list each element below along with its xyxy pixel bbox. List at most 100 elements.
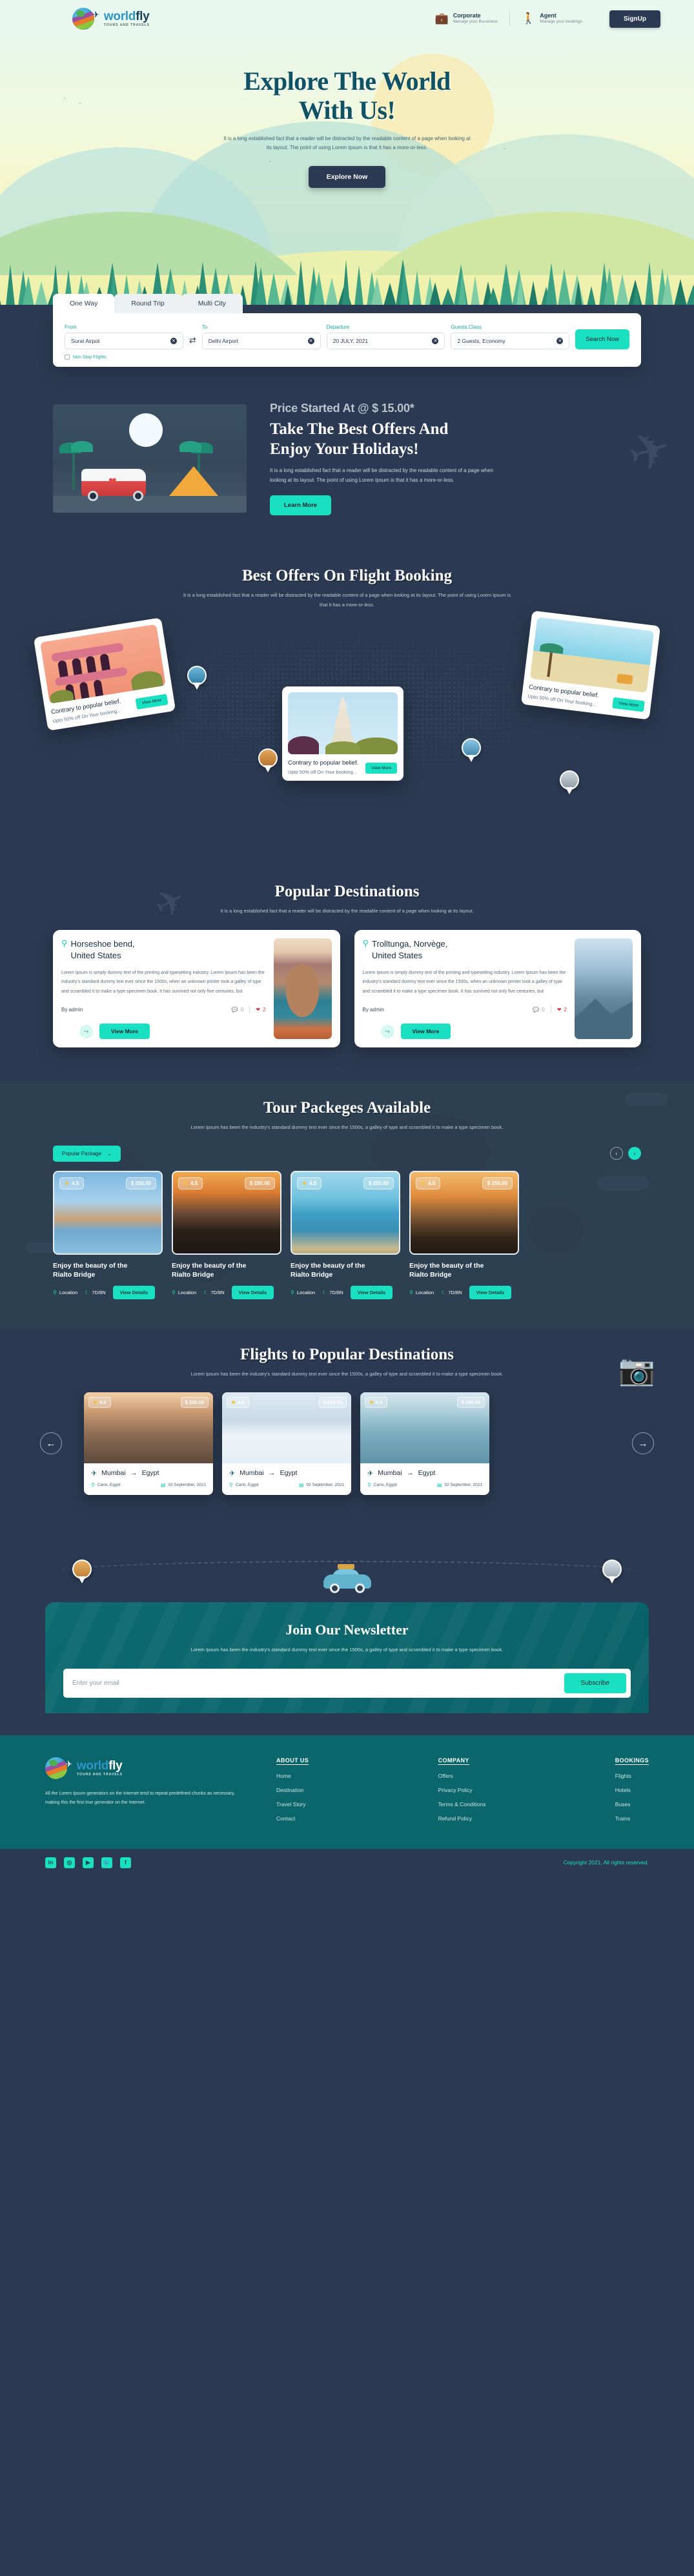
footer-link-hotels[interactable]: Hotels [615,1787,649,1793]
footer-link-travel-story[interactable]: Travel Story [276,1801,309,1808]
footer-link-home[interactable]: Home [276,1773,309,1779]
from-value: Surat Airpot [71,338,100,344]
logo[interactable]: ✈ worldfly TOURS AND TRAVELS [72,8,150,30]
flight-image-snow: ★ 4.5 $ 250.00 [222,1392,351,1463]
flight-date: ▤ 02 September, 2021 [436,1481,482,1488]
footer-column-company: COMPANY Offers Privacy Policy Terms & Co… [438,1757,486,1829]
nonstop-checkbox[interactable] [65,355,70,360]
flight-destination: Egypt [141,1469,159,1478]
instagram-icon[interactable]: ◎ [64,1857,75,1868]
promo-paragraph: It is a long established fact that a rea… [270,468,493,484]
tour-packages-section: Tour Packeges Available Lorem Ipsum has … [0,1081,694,1330]
footer-link-privacy-policy[interactable]: Privacy Policy [438,1787,486,1793]
footer-link-flights[interactable]: Flights [615,1773,649,1779]
to-input[interactable]: Delhi Airport ✕ [201,333,321,349]
search-now-button[interactable]: Search Now [575,329,630,349]
explore-now-button[interactable]: Explore Now [308,166,386,189]
facebook-icon[interactable]: f [120,1857,131,1868]
tour-package-card[interactable]: ★ 4.5 $ 250.00 Enjoy the beauty of the Ria… [172,1170,281,1300]
heart-icon: ❤ [556,1006,562,1013]
map-pin-marker[interactable] [258,748,278,773]
flight-card[interactable]: ★ 4.5 $ 250.00 ✈ Mumbai → Egypt ⚲ Cario, E… [360,1392,489,1495]
map-pin-marker[interactable] [72,1559,92,1584]
tours-next-button[interactable]: › [628,1147,641,1160]
promo-section: ✈ ❤ Price Started At @ $ 15.00* Take The… [0,367,694,548]
twitter-icon[interactable]: 🐦 [101,1857,112,1868]
tab-multi-city[interactable]: Multi City [181,294,243,313]
share-icon[interactable]: ⤳ [79,1024,93,1038]
promo-title-l2: Enjoy Your Holidays! [270,440,419,458]
clear-icon[interactable]: ✕ [170,338,177,344]
nav-corporate[interactable]: 💼 Corporate Manage your Bussiness [424,12,510,25]
tab-round-trip[interactable]: Round Trip [114,294,181,313]
comment-icon: 💬 [231,1006,238,1013]
map-pin-marker[interactable] [602,1559,622,1584]
destination-card[interactable]: ⚲ Horseshoe bend, United States Lorem Ip… [53,930,340,1048]
footer-link-terms[interactable]: Terms & Conditions [438,1801,486,1808]
flights-subtitle: Lorem Ipsum has been the industry's stan… [190,1371,504,1377]
footer-logo[interactable]: ✈ worldfly TOURS AND TRAVELS [45,1757,245,1779]
nav-agent[interactable]: 🚶 Agent Manage your bookings [510,12,594,25]
clear-icon[interactable]: ✕ [432,338,439,344]
destination-view-more-button[interactable]: View More [99,1024,150,1040]
swap-icon[interactable]: ⇄ [189,335,196,349]
offer-card[interactable]: Contrary to popular belief. Upto 50% off… [282,686,403,781]
tour-location: ⚲ Location [53,1290,78,1296]
like-count[interactable]: ❤ 2 [557,1007,567,1013]
from-input[interactable]: Surat Airpot ✕ [65,333,183,349]
signup-button[interactable]: SignUp [609,10,660,28]
flight-image-waterfall: ★ 4.5 $ 250.00 [360,1392,489,1463]
share-icon[interactable]: ⤳ [380,1024,394,1038]
tour-view-details-button[interactable]: View Details [112,1286,156,1300]
footer-link-refund-policy[interactable]: Refund Policy [438,1815,486,1822]
footer-link-trains[interactable]: Trains [615,1815,649,1822]
map-pin-marker[interactable] [187,665,207,690]
destination-name: Horseshoe bend, United States [71,938,135,962]
destination-name-l1: Trolltunga, Norvège, [372,939,448,949]
like-count[interactable]: ❤ 2 [256,1007,265,1013]
tour-package-card[interactable]: ★ 4.5 $ 250.00 Enjoy the beauty of the Ria… [53,1170,163,1300]
guests-input[interactable]: 2 Guests, Economy ✕ [451,333,570,349]
arrow-right-icon: → [268,1469,276,1478]
flight-card[interactable]: ★ 4.5 $ 250.00 ✈ Mumbai → Egypt ⚲ Cario, E… [222,1392,351,1495]
footer-link-contact[interactable]: Contact [276,1815,309,1822]
rating-badge: ★ 4.5 [297,1177,322,1190]
price-badge: $ 250.00 [363,1177,394,1190]
tour-view-details-button[interactable]: View Details [350,1286,393,1300]
brand-tagline: TOURS AND TRAVELS [76,1772,123,1777]
clear-icon[interactable]: ✕ [307,338,314,344]
clear-icon[interactable]: ✕ [556,338,564,344]
destination-card[interactable]: ⚲ Trolltunga, Norvège, United States Lor… [354,930,641,1048]
offer-card[interactable]: Contrary to popular belief. Upto 50% off… [33,617,176,731]
footer-column-bookings: BOOKINGS Flights Hotels Buses Trains [615,1757,649,1829]
tour-package-card[interactable]: ★ 4.5 $ 250.00 Enjoy the beauty of the Ria… [291,1170,400,1300]
tour-view-details-button[interactable]: View Details [231,1286,274,1300]
learn-more-button[interactable]: Learn More [270,495,332,516]
offer-thumb-eiffel [288,692,398,754]
offer-card[interactable]: Contrary to popular belief. Upto 50% off… [520,610,661,720]
subscribe-button[interactable]: Subscribe [564,1673,626,1693]
email-input[interactable] [72,1679,564,1687]
offer-view-more-button[interactable]: View More [365,762,397,774]
departure-input[interactable]: 20 JULY, 2021 ✕ [326,333,445,349]
linkedin-icon[interactable]: in [45,1857,56,1868]
popular-package-filter[interactable]: Popular Package ⌄ [53,1145,121,1162]
footer-link-buses[interactable]: Buses [615,1801,649,1808]
footer-link-offers[interactable]: Offers [438,1773,486,1779]
flights-next-button[interactable]: → [632,1432,654,1455]
youtube-icon[interactable]: ▶ [83,1857,94,1868]
tour-package-card[interactable]: ★ 4.5 $ 250.00 Enjoy the beauty of the Ria… [409,1170,519,1300]
destination-view-more-button[interactable]: View More [400,1024,451,1040]
tab-one-way[interactable]: One Way [53,294,115,313]
tours-prev-button[interactable]: ‹ [610,1147,623,1160]
plane-watermark-icon: ✈ [620,418,679,485]
nonstop-checkbox-row[interactable]: Non Stop Flights [65,355,629,360]
footer-link-destination[interactable]: Destination [276,1787,309,1793]
map-pin-marker[interactable] [560,770,579,795]
flight-origin: Mumbai [240,1469,264,1478]
flight-card[interactable]: ★ 4.5 $ 250.00 ✈ Mumbai → Egypt ⚲ Cario, E… [84,1392,213,1495]
tour-view-details-button[interactable]: View Details [469,1286,512,1300]
promo-illustration: ❤ [53,404,247,513]
flights-prev-button[interactable]: ← [40,1432,62,1455]
map-pin-marker[interactable] [462,737,481,763]
